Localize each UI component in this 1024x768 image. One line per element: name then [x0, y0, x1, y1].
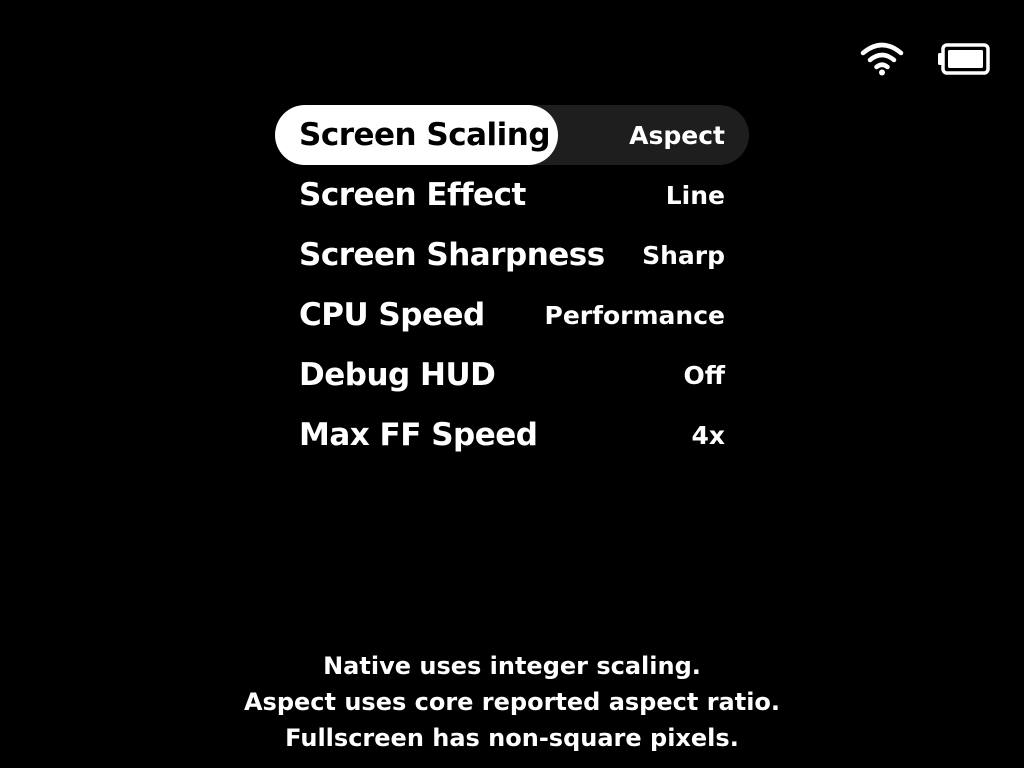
menu-item-value: Off [683, 360, 725, 390]
menu-item-label: Screen Scaling [299, 117, 551, 153]
menu-item-label: Screen Effect [299, 177, 526, 213]
menu-item-label: Max FF Speed [299, 417, 538, 453]
menu-item-cpu-speed[interactable]: CPU Speed Performance [275, 285, 749, 345]
description-line: Aspect uses core reported aspect ratio. [243, 688, 781, 716]
wifi-icon [860, 42, 904, 76]
menu-item-value: Sharp [642, 240, 725, 270]
menu-item-value: 4x [691, 420, 725, 450]
menu-item-value: Aspect [629, 120, 725, 150]
menu-item-max-ff-speed[interactable]: Max FF Speed 4x [275, 405, 749, 465]
menu-item-screen-sharpness[interactable]: Screen Sharpness Sharp [275, 225, 749, 285]
status-bar [860, 42, 990, 76]
menu-item-label: Debug HUD [299, 357, 496, 393]
settings-menu: Screen Scaling Aspect Screen Effect Line… [275, 105, 749, 465]
description-line: Native uses integer scaling. [323, 652, 701, 680]
description-line: Fullscreen has non-square pixels. [285, 724, 739, 752]
menu-item-value: Line [665, 180, 725, 210]
menu-item-screen-effect[interactable]: Screen Effect Line [275, 165, 749, 225]
battery-icon [938, 43, 990, 75]
menu-item-debug-hud[interactable]: Debug HUD Off [275, 345, 749, 405]
menu-item-value: Performance [544, 300, 725, 330]
menu-item-screen-scaling[interactable]: Screen Scaling Aspect [275, 105, 749, 165]
setting-description: Native uses integer scaling. Aspect uses… [0, 648, 1024, 756]
menu-item-label: Screen Sharpness [299, 237, 605, 273]
menu-item-label: CPU Speed [299, 297, 485, 333]
